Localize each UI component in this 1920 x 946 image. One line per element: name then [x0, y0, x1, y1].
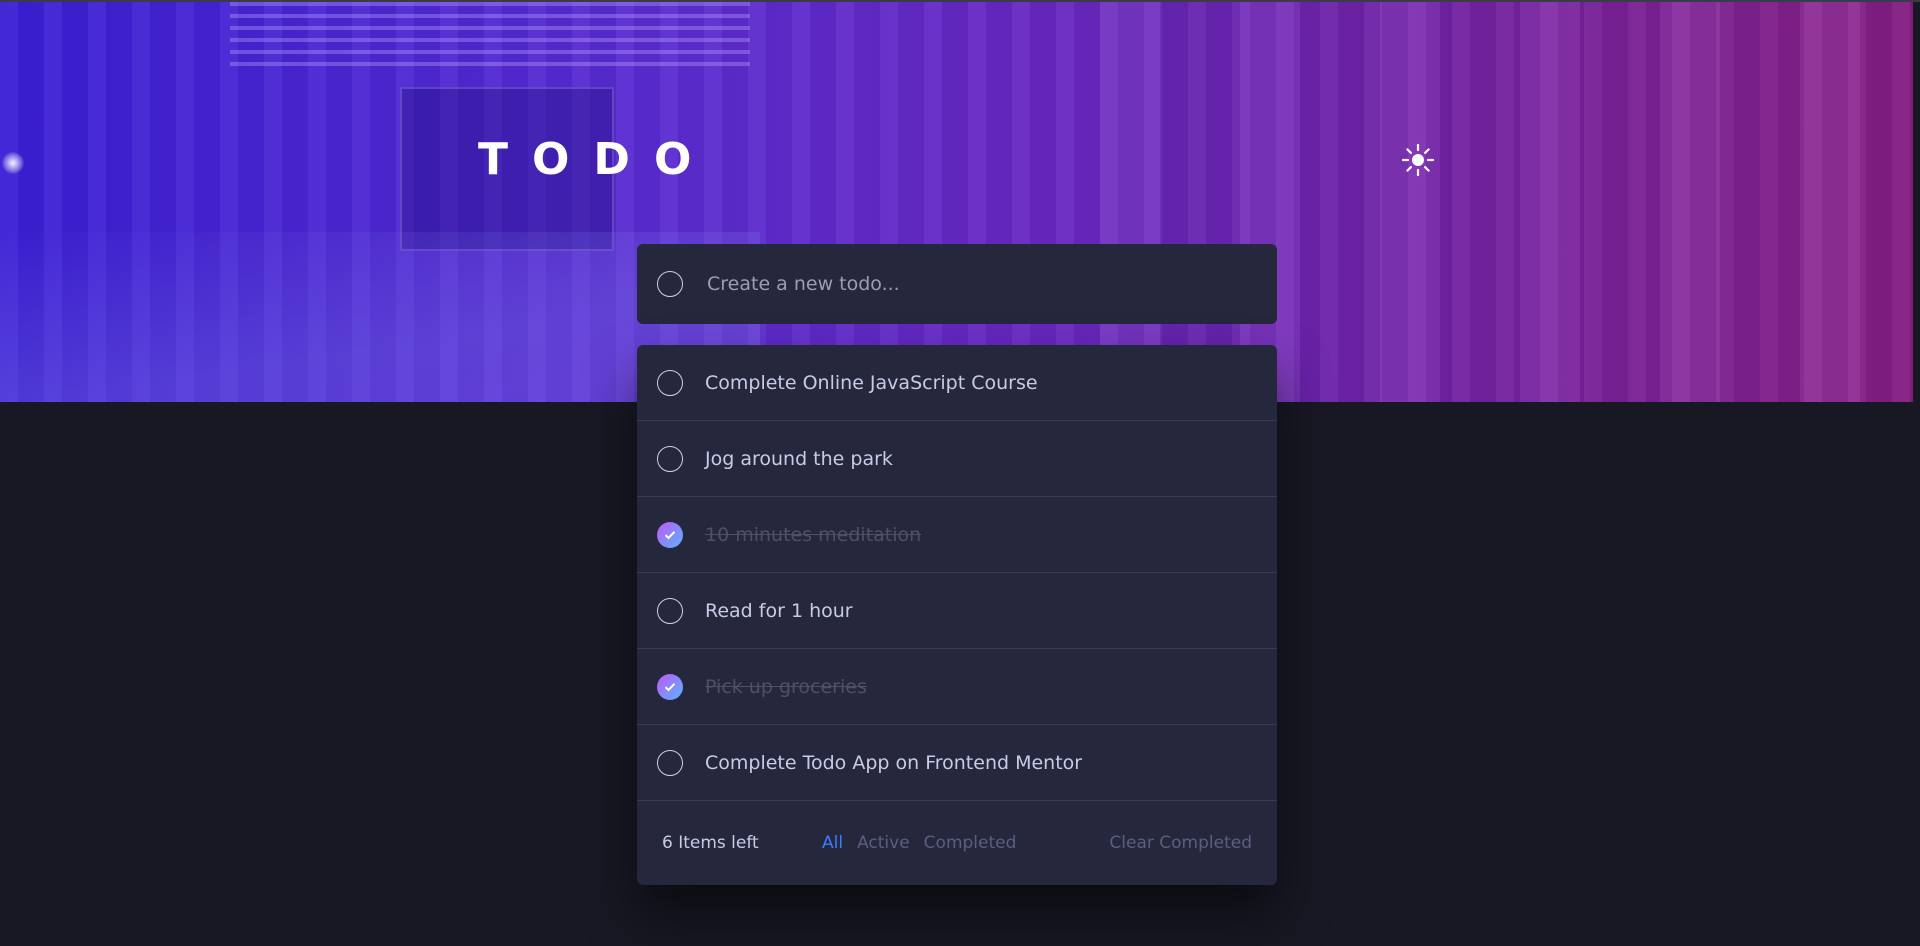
- hero-banner: [0, 2, 1913, 402]
- todo-item[interactable]: 10 minutes meditation: [637, 497, 1277, 573]
- clear-completed-button[interactable]: Clear Completed: [1109, 833, 1252, 853]
- todo-text: Read for 1 hour: [705, 599, 853, 622]
- new-todo-check-circle[interactable]: [657, 271, 683, 297]
- todo-checkbox[interactable]: [657, 673, 683, 700]
- items-left-count: 6 Items left: [662, 833, 759, 853]
- todo-item[interactable]: Complete Todo App on Frontend Mentor: [637, 725, 1277, 801]
- theme-toggle-button[interactable]: [1400, 142, 1436, 178]
- app-viewport: TODO Complete Online JavaScript Course: [0, 0, 1920, 946]
- todo-checkbox[interactable]: [657, 445, 683, 472]
- filter-active[interactable]: Active: [857, 833, 910, 853]
- todo-checkbox[interactable]: [657, 597, 683, 624]
- todo-checkbox[interactable]: [657, 521, 683, 548]
- todo-checkbox[interactable]: [657, 749, 683, 776]
- todo-checkbox[interactable]: [657, 369, 683, 396]
- todo-list: Complete Online JavaScript Course Jog ar…: [637, 345, 1277, 885]
- filter-all[interactable]: All: [822, 833, 843, 853]
- hero-lamp-decoration: [2, 152, 24, 174]
- todo-text: Complete Online JavaScript Course: [705, 371, 1038, 394]
- hero-pillars-decoration: [1100, 2, 1913, 402]
- hero-ceiling-decoration: [230, 2, 750, 72]
- new-todo-bar: [637, 244, 1277, 324]
- checkmark-icon: [664, 530, 676, 539]
- todo-text: Complete Todo App on Frontend Mentor: [705, 751, 1083, 774]
- checkmark-icon: [664, 682, 676, 691]
- page-title: TODO: [478, 134, 716, 185]
- filter-completed[interactable]: Completed: [924, 833, 1017, 853]
- todo-text: 10 minutes meditation: [705, 523, 922, 546]
- todo-item[interactable]: Read for 1 hour: [637, 573, 1277, 649]
- todo-text: Pick up groceries: [705, 675, 867, 698]
- todo-text: Jog around the park: [705, 447, 893, 470]
- todo-item[interactable]: Jog around the park: [637, 421, 1277, 497]
- new-todo-input[interactable]: [705, 272, 1249, 296]
- sun-icon: [1401, 143, 1435, 177]
- todo-item[interactable]: Complete Online JavaScript Course: [637, 345, 1277, 421]
- filter-group: All Active Completed: [822, 833, 1030, 853]
- todo-footer: 6 Items left All Active Completed Clear …: [637, 801, 1277, 885]
- todo-item[interactable]: Pick up groceries: [637, 649, 1277, 725]
